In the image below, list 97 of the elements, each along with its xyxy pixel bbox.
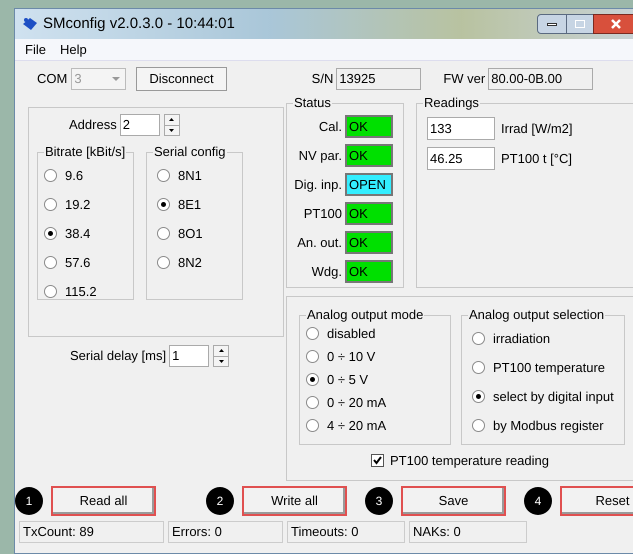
window-title: SMconfig v2.0.3.0 - 10:44:01 bbox=[43, 14, 235, 34]
reading-label: PT100 t [°C] bbox=[501, 150, 572, 168]
radio-label: 57.6 bbox=[65, 254, 90, 272]
radio-button[interactable] bbox=[306, 373, 319, 386]
checkbox-label: PT100 temperature reading bbox=[390, 452, 549, 470]
address-label: Address bbox=[69, 116, 117, 134]
radio-label: 0 ÷ 10 V bbox=[327, 348, 376, 366]
status-indicator: OPEN bbox=[345, 173, 393, 196]
checkbox[interactable] bbox=[371, 454, 384, 468]
down-arrow-icon bbox=[218, 360, 224, 363]
radio-button[interactable] bbox=[306, 396, 319, 409]
radio-button[interactable] bbox=[472, 419, 485, 432]
radio-label: 9.6 bbox=[65, 166, 84, 185]
radio-label: 38.4 bbox=[65, 224, 90, 243]
caret-icon bbox=[112, 77, 120, 81]
reading-field: 46.25 bbox=[427, 147, 495, 170]
step-marker: 3 bbox=[365, 487, 393, 515]
fw-label: FW ver bbox=[443, 70, 486, 88]
action-button[interactable]: Save bbox=[401, 486, 506, 516]
radio-button[interactable] bbox=[472, 332, 485, 345]
menu-item[interactable]: Help bbox=[60, 40, 87, 60]
group-title: Readings bbox=[423, 95, 480, 111]
minimize-button[interactable] bbox=[537, 14, 567, 34]
spin-buttons[interactable] bbox=[213, 345, 230, 367]
status-label: PT100 bbox=[304, 204, 342, 223]
status-bar-field: Timeouts: 0 bbox=[287, 521, 405, 543]
close-button[interactable] bbox=[593, 14, 633, 34]
radio-button[interactable] bbox=[306, 350, 319, 363]
radio-label: 115.2 bbox=[65, 282, 97, 301]
radio-button[interactable] bbox=[44, 169, 57, 182]
status-indicator: OK bbox=[345, 231, 393, 254]
radio-button[interactable] bbox=[44, 285, 57, 298]
radio-button[interactable] bbox=[472, 390, 485, 403]
radio-label: select by digital input bbox=[493, 388, 614, 406]
radio-button[interactable] bbox=[44, 198, 57, 211]
app-icon bbox=[21, 16, 39, 32]
spin-buttons[interactable] bbox=[164, 114, 180, 136]
radio-label: 19.2 bbox=[65, 196, 90, 214]
radio-button[interactable] bbox=[44, 227, 57, 240]
radio-button[interactable] bbox=[472, 361, 485, 374]
group-title: Analog output selection bbox=[468, 307, 606, 323]
radio-label: 0 ÷ 20 mA bbox=[327, 394, 386, 412]
disconnect-button[interactable]: Disconnect bbox=[136, 67, 227, 91]
com-label: COM bbox=[37, 70, 68, 88]
serial-delay-field[interactable]: 1 bbox=[169, 345, 210, 367]
radio-button[interactable] bbox=[44, 256, 57, 269]
status-bar-field: NAKs: 0 bbox=[409, 521, 527, 543]
reading-label: Irrad [W/m2] bbox=[501, 120, 573, 138]
status-indicator: OK bbox=[345, 202, 393, 225]
menu-item[interactable]: File bbox=[25, 40, 46, 60]
radio-button[interactable] bbox=[306, 327, 319, 340]
fw-field: 80.00-0B.00 bbox=[488, 68, 594, 90]
radio-button[interactable] bbox=[306, 419, 319, 432]
status-label: An. out. bbox=[297, 234, 342, 252]
radio-button[interactable] bbox=[157, 227, 170, 240]
status-bar-field: Errors: 0 bbox=[168, 521, 283, 543]
radio-label: disabled bbox=[327, 324, 376, 343]
radio-label: 8N2 bbox=[178, 254, 202, 272]
status-label: NV par. bbox=[298, 146, 342, 165]
radio-button[interactable] bbox=[157, 169, 170, 182]
radio-label: by Modbus register bbox=[493, 416, 604, 435]
status-label: Cal. bbox=[318, 118, 342, 136]
down-arrow-icon bbox=[169, 128, 174, 132]
sn-label: S/N bbox=[312, 70, 334, 88]
close-icon bbox=[611, 19, 621, 29]
radio-button[interactable] bbox=[157, 198, 170, 211]
status-label: Wdg. bbox=[312, 262, 342, 281]
group-title: Analog output mode bbox=[306, 307, 424, 323]
status-indicator: OK bbox=[345, 260, 393, 283]
radio-label: 8E1 bbox=[178, 196, 202, 214]
radio-label: PT100 temperature bbox=[493, 358, 606, 377]
serial-delay-label: Serial delay [ms] bbox=[70, 347, 166, 366]
group-title: Bitrate [kBit/s] bbox=[44, 144, 126, 160]
radio-label: 0 ÷ 5 V bbox=[327, 370, 368, 389]
group-title: Serial config bbox=[153, 144, 227, 160]
radio-label: 8O1 bbox=[178, 224, 203, 243]
address-field[interactable]: 2 bbox=[120, 114, 160, 136]
status-indicator: OK bbox=[345, 144, 393, 167]
status-label: Dig. inp. bbox=[294, 176, 342, 194]
radio-label: irradiation bbox=[493, 330, 550, 348]
maximize-button[interactable] bbox=[567, 14, 593, 34]
step-marker: 2 bbox=[206, 487, 234, 515]
radio-label: 8N1 bbox=[178, 166, 202, 185]
action-button[interactable]: Write all bbox=[242, 486, 347, 516]
status-indicator: OK bbox=[345, 115, 393, 138]
checkmark-icon bbox=[373, 456, 382, 466]
up-arrow-icon bbox=[169, 118, 174, 122]
sn-field: 13925 bbox=[336, 68, 422, 90]
radio-label: 4 ÷ 20 mA bbox=[327, 416, 386, 435]
up-arrow-icon bbox=[218, 349, 224, 352]
step-marker: 4 bbox=[524, 487, 552, 515]
action-button[interactable]: Read all bbox=[51, 486, 156, 516]
step-marker: 1 bbox=[15, 487, 43, 515]
reading-field: 133 bbox=[427, 117, 495, 140]
action-button[interactable]: Reset bbox=[560, 486, 633, 516]
status-bar-field: TxCount: 89 bbox=[19, 521, 164, 543]
radio-button[interactable] bbox=[157, 256, 170, 269]
